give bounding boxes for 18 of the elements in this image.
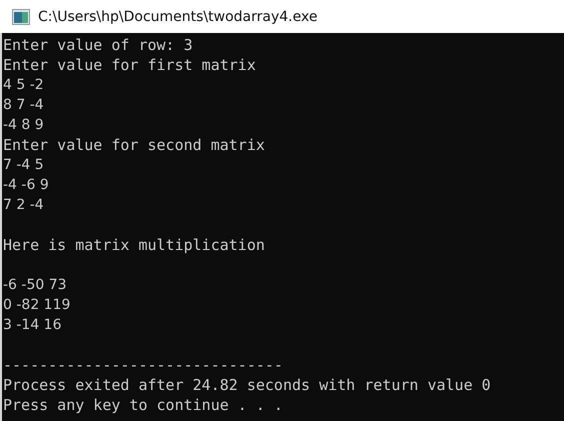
console-input-line: 3 -14 16 xyxy=(2,316,62,335)
console-input-line: 7 2 -4 xyxy=(2,196,45,215)
console-line: Enter value of row: 3 xyxy=(2,35,194,55)
console-line: ------------------------------- xyxy=(2,355,284,375)
console-line: Enter value for second matrix xyxy=(2,135,266,155)
console-line: Here is matrix multiplication xyxy=(2,235,266,255)
console-input-line: 8 7 -4 xyxy=(2,96,45,115)
console-line: Press any key to continue . . . xyxy=(2,395,284,415)
console-window-icon xyxy=(12,8,30,24)
window-title: C:\Users\hp\Documents\twodarray4.exe xyxy=(38,8,318,24)
console-input-line: -4 8 9 xyxy=(2,116,45,135)
console-input-line: 4 5 -2 xyxy=(2,76,45,95)
console-line: Process exited after 24.82 seconds with return value 0 xyxy=(2,375,492,395)
console-line: Enter value for first matrix xyxy=(2,55,257,75)
console-input-line: -6 -50 73 xyxy=(2,276,68,295)
console-input-line: -4 -6 9 xyxy=(2,176,50,195)
console-input-line: 7 -4 5 xyxy=(2,156,45,175)
console-input-line: 0 -82 119 xyxy=(2,296,72,315)
